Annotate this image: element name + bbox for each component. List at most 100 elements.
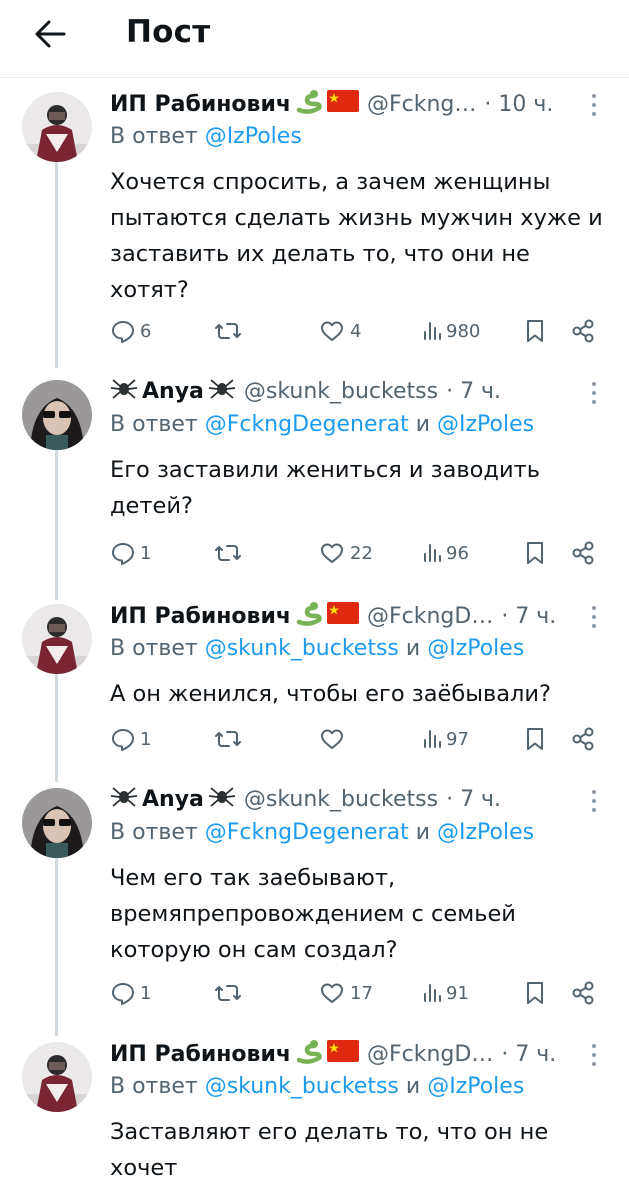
- comment-icon: [112, 983, 134, 1005]
- author-name[interactable]: Anya: [142, 787, 204, 812]
- views-button[interactable]: 980: [422, 316, 480, 346]
- china-flag-icon: [326, 1040, 359, 1068]
- bookmark-button[interactable]: [524, 724, 546, 754]
- tweet-text: Заставляют его делать то, что он не хоче…: [110, 1114, 615, 1186]
- author-name[interactable]: ИП Рабинович: [110, 1042, 291, 1067]
- like-button[interactable]: [318, 724, 350, 754]
- views-count: 91: [446, 982, 469, 1004]
- reply-prefix: В ответ: [110, 820, 198, 845]
- back-button[interactable]: [30, 14, 70, 54]
- tweet-text-line: хотят?: [110, 277, 189, 303]
- tweet[interactable]: Anya @skunk_bucketss · 7 ч. В ответ @Fckng…: [0, 780, 629, 1030]
- reply-button[interactable]: 1: [110, 538, 151, 568]
- retweet-button[interactable]: [214, 978, 246, 1008]
- china-flag-icon: [326, 602, 359, 630]
- share-icon: [572, 727, 594, 751]
- comment-icon: [112, 321, 134, 343]
- more-button[interactable]: [588, 380, 600, 406]
- tweet-header: ИП Рабинович @Fckng… · 10 ч.: [110, 88, 610, 120]
- heart-icon: [321, 321, 343, 341]
- author-handle[interactable]: @skunk_bucketss: [244, 787, 438, 812]
- bookmark-button[interactable]: [524, 316, 546, 346]
- retweet-button[interactable]: [214, 538, 246, 568]
- tweet[interactable]: ИП Рабинович @FckngD… · 7 ч. В ответ @skun…: [0, 596, 629, 776]
- share-button[interactable]: [570, 538, 596, 568]
- avatar[interactable]: [22, 788, 92, 858]
- mention-link[interactable]: @skunk_bucketss: [205, 1074, 399, 1099]
- views-icon: [424, 984, 441, 1002]
- views-icon: [424, 322, 441, 340]
- share-icon: [572, 981, 594, 1005]
- reply-button[interactable]: 6: [110, 316, 151, 346]
- timestamp[interactable]: · 7 ч.: [446, 787, 501, 812]
- author-handle[interactable]: @FckngD…: [367, 604, 493, 629]
- tweet[interactable]: ИП Рабинович @Fckng… · 10 ч. В ответ @IzPo…: [0, 84, 629, 366]
- mention-link[interactable]: @IzPoles: [437, 820, 534, 845]
- reply-button[interactable]: 1: [110, 724, 151, 754]
- like-button[interactable]: 22: [318, 538, 373, 568]
- tweet-text: Чем его так заебывают, времяпрепровожден…: [110, 860, 615, 968]
- reply-button[interactable]: 1: [110, 978, 151, 1008]
- avatar[interactable]: [22, 380, 92, 450]
- mention-link[interactable]: @skunk_bucketss: [205, 636, 399, 661]
- more-vertical-icon: [592, 1044, 596, 1066]
- share-button[interactable]: [570, 724, 596, 754]
- share-button[interactable]: [570, 978, 596, 1008]
- mention-link[interactable]: @IzPoles: [437, 412, 534, 437]
- spider-emoji-icon: [110, 376, 138, 406]
- mention-link[interactable]: @FckngDegenerat: [205, 412, 409, 437]
- comment-icon: [112, 729, 134, 751]
- tweet[interactable]: Anya @skunk_bucketss · 7 ч. В ответ @Fckng…: [0, 372, 629, 590]
- reply-prefix: В ответ: [110, 124, 198, 149]
- more-button[interactable]: [588, 1042, 600, 1068]
- author-handle[interactable]: @Fckng…: [367, 92, 476, 117]
- tweet-actions: 1 97: [110, 724, 610, 754]
- reply-context: В ответ @skunk_bucketss и @IzPoles: [110, 636, 524, 661]
- retweet-icon: [215, 985, 241, 1001]
- retweet-button[interactable]: [214, 724, 246, 754]
- author-handle[interactable]: @skunk_bucketss: [244, 379, 438, 404]
- mention-link[interactable]: @IzPoles: [427, 636, 524, 661]
- reply-count: 6: [140, 320, 152, 342]
- mention-link[interactable]: @IzPoles: [205, 124, 302, 149]
- like-button[interactable]: 4: [318, 316, 361, 346]
- page-title: Пост: [126, 14, 211, 50]
- timestamp[interactable]: · 7 ч.: [501, 604, 556, 629]
- mention-link[interactable]: @IzPoles: [427, 1074, 524, 1099]
- more-button[interactable]: [588, 788, 600, 814]
- views-count: 97: [446, 728, 469, 750]
- reply-count: 1: [140, 542, 152, 564]
- like-count: 4: [350, 320, 362, 342]
- tweet[interactable]: ИП Рабинович @FckngD… · 7 ч. В ответ @skun…: [0, 1034, 629, 1200]
- tweet-text-line: пытаются сделать жизнь мужчин хуже и: [110, 205, 603, 231]
- bookmark-button[interactable]: [524, 978, 546, 1008]
- author-name[interactable]: Anya: [142, 379, 204, 404]
- like-button[interactable]: 17: [318, 978, 373, 1008]
- share-button[interactable]: [570, 316, 596, 346]
- avatar[interactable]: [22, 604, 92, 674]
- more-vertical-icon: [592, 94, 596, 116]
- bookmark-button[interactable]: [524, 538, 546, 568]
- tweet-text: А он женился, чтобы его заёбывали?: [110, 676, 615, 712]
- mention-conjunction: и: [405, 1074, 421, 1099]
- mention-link[interactable]: @FckngDegenerat: [205, 820, 409, 845]
- author-name[interactable]: ИП Рабинович: [110, 92, 291, 117]
- avatar[interactable]: [22, 1042, 92, 1112]
- china-flag-icon: [326, 90, 359, 118]
- author-handle[interactable]: @FckngD…: [367, 1042, 493, 1067]
- views-button[interactable]: 97: [422, 724, 469, 754]
- author-name[interactable]: ИП Рабинович: [110, 604, 291, 629]
- reply-context: В ответ @FckngDegenerat и @IzPoles: [110, 412, 534, 437]
- spider-emoji-icon: [208, 784, 236, 814]
- views-button[interactable]: 91: [422, 978, 469, 1008]
- more-button[interactable]: [588, 604, 600, 630]
- retweet-button[interactable]: [214, 316, 246, 346]
- timestamp[interactable]: · 10 ч.: [484, 92, 553, 117]
- views-button[interactable]: 96: [422, 538, 469, 568]
- share-icon: [572, 319, 594, 343]
- more-button[interactable]: [588, 92, 600, 118]
- tweet-actions: 1 22 96: [110, 538, 610, 568]
- timestamp[interactable]: · 7 ч.: [446, 379, 501, 404]
- timestamp[interactable]: · 7 ч.: [501, 1042, 556, 1067]
- avatar[interactable]: [22, 92, 92, 162]
